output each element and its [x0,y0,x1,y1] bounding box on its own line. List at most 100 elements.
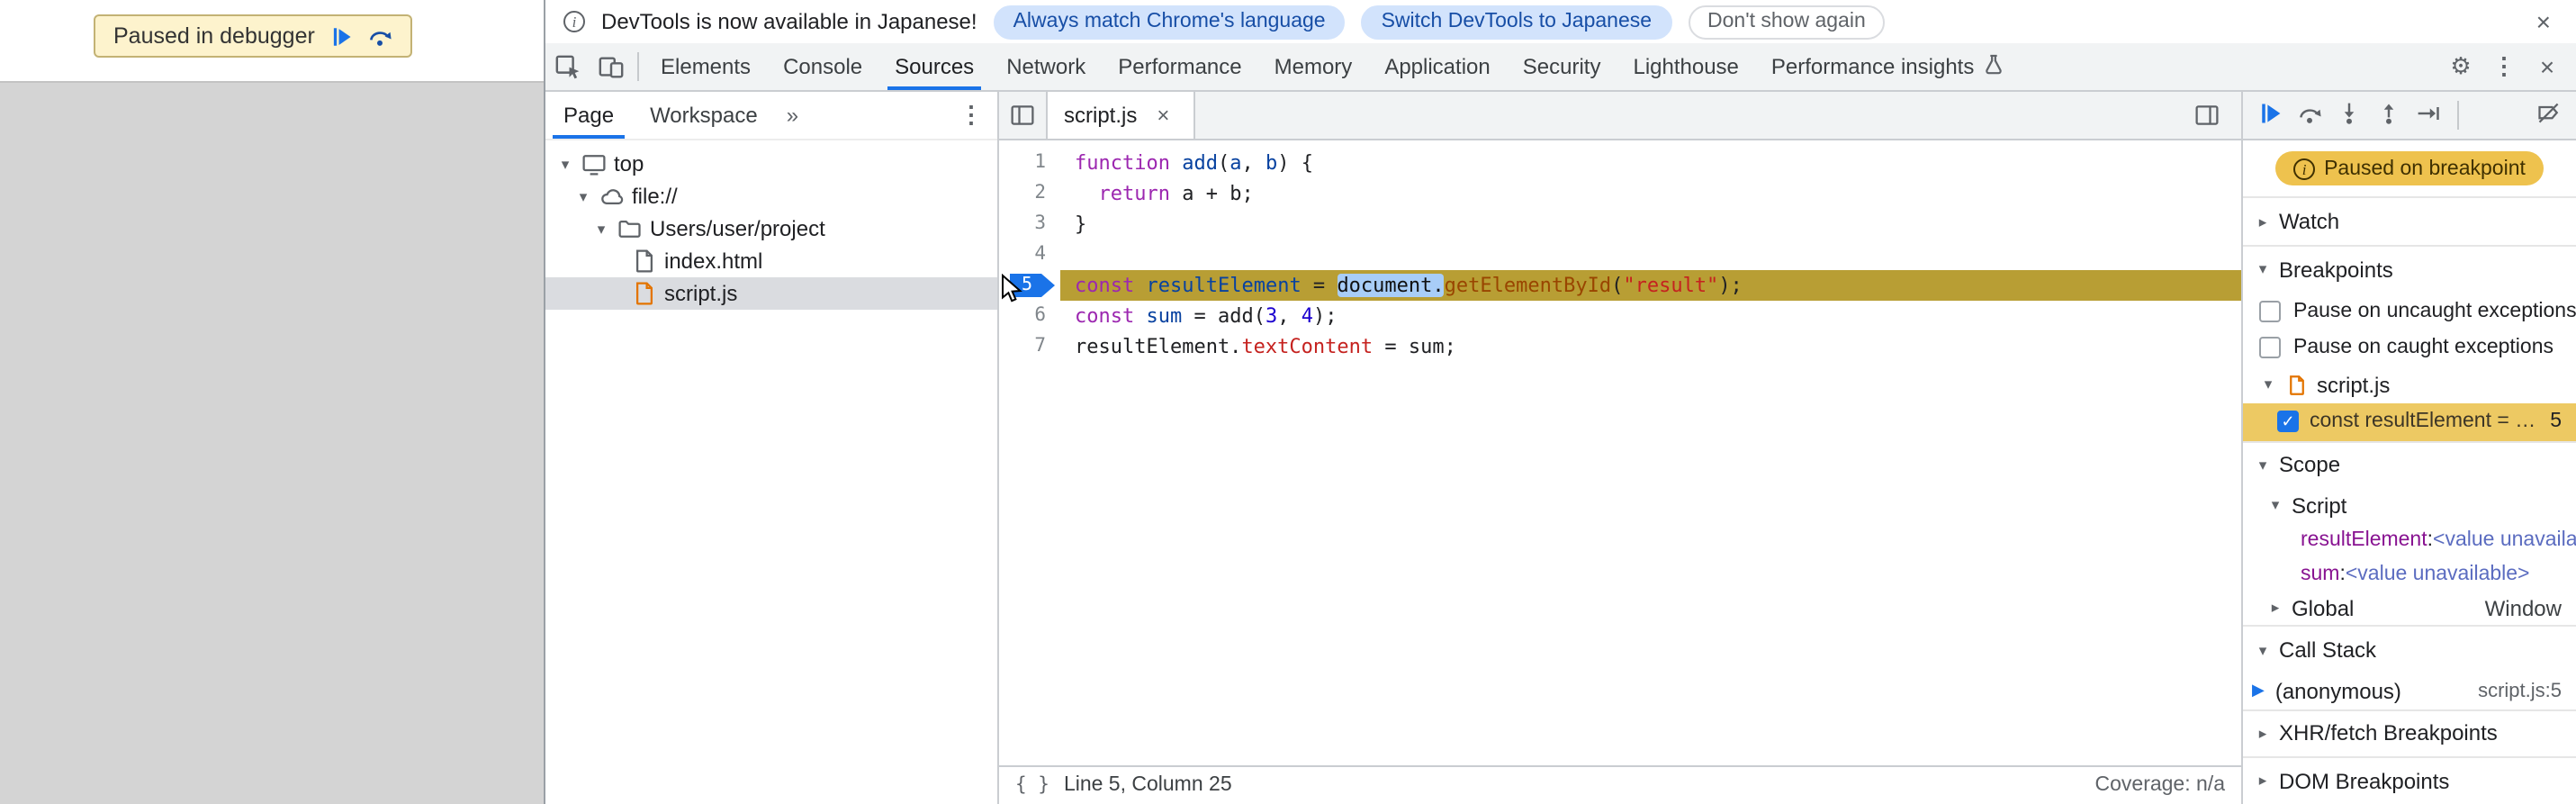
code-text[interactable]: } [1060,209,2241,239]
pause-caught-checkbox[interactable] [2259,337,2281,359]
line-number[interactable]: 1 [999,148,1060,178]
tree-item-index-html[interactable]: index.html [545,245,997,277]
line-number[interactable]: 4 [999,239,1060,270]
tab-lighthouse[interactable]: Lighthouse [1617,43,1754,90]
variable-value: <value unavailable> [2345,563,2530,585]
toggle-navigator-icon[interactable] [999,92,1046,139]
code-text[interactable]: function add(a, b) { [1060,148,2241,178]
resume-script-icon[interactable] [329,24,353,48]
file-icon [632,248,657,274]
coverage-label: Coverage: n/a [2094,774,2226,796]
step-over-icon[interactable] [367,23,392,49]
tab-security[interactable]: Security [1507,43,1617,90]
section-watch[interactable]: Watch [2243,196,2576,245]
folder-icon [617,216,643,241]
expand-arrow-icon[interactable] [556,154,574,174]
inspect-element-icon[interactable] [545,43,589,90]
web-page-area: Paused in debugger [0,0,544,804]
tab-console[interactable]: Console [767,43,878,90]
scope-global-group[interactable]: Global Window [2243,591,2576,626]
navigator-menu-kebab-icon[interactable] [945,92,997,139]
collapse-arrow-icon[interactable] [2254,212,2272,231]
sources-panel: Page Workspace top [545,92,2576,804]
resume-script-icon[interactable] [2257,100,2283,131]
code-text[interactable]: return a + b; [1060,178,2241,209]
infobar-close-icon[interactable] [2529,9,2558,34]
line-number[interactable]: 3 [999,209,1060,239]
toggle-debugger-sidebar-icon[interactable] [2184,103,2230,128]
editor-pane: script.js 1function add(a, b) {2 return … [999,92,2241,804]
tree-item-file-protocol[interactable]: file:// [545,180,997,212]
line-number[interactable]: 7 [999,331,1060,362]
breakpoint-entry[interactable]: const resultElement = doc… 5 [2243,403,2576,441]
step-into-icon[interactable] [2337,100,2362,131]
pause-uncaught-checkbox[interactable] [2259,300,2281,322]
section-scope[interactable]: Scope [2243,440,2576,488]
tab-sources[interactable]: Sources [878,43,990,90]
section-call-stack[interactable]: Call Stack [2243,625,2576,673]
code-line: 2 return a + b; [999,178,2241,209]
tab-network[interactable]: Network [990,43,1102,90]
editor-status-bar: Line 5, Column 25 Coverage: n/a [999,764,2241,804]
code-text[interactable]: const sum = add(3, 4); [1060,301,2241,331]
info-icon [563,11,585,32]
tree-item-top[interactable]: top [545,148,997,180]
pretty-print-icon[interactable] [1015,774,1049,796]
collapse-arrow-icon[interactable] [2259,375,2277,394]
debugger-toolbar [2243,92,2576,140]
scope-script-group[interactable]: Script [2243,488,2576,523]
code-editor[interactable]: 1 function add(a, b) {2 return a + b; 3} 4 5… [999,140,2241,764]
tab-memory[interactable]: Memory [1258,43,1369,90]
cloud-icon [599,184,625,209]
editor-tab-script-js[interactable]: script.js [1046,92,1195,139]
close-tab-icon[interactable] [1149,104,1176,126]
dont-show-again-button[interactable]: Don't show again [1688,5,1886,39]
always-match-language-button[interactable]: Always match Chrome's language [993,5,1346,39]
expand-arrow-icon[interactable] [592,219,610,239]
tree-item-project-folder[interactable]: Users/user/project [545,212,997,245]
collapse-arrow-icon[interactable] [2254,259,2272,279]
tab-application[interactable]: Application [1368,43,1506,90]
collapse-arrow-icon[interactable] [2254,771,2272,790]
scope-variable-row: resultElement <value unavailable> [2243,523,2576,556]
code-text[interactable]: const resultElement = document.getElemen… [1060,270,2241,301]
navigator-tab-page[interactable]: Page [545,92,632,139]
toolbar-right-icons [2443,43,2576,90]
breakpoint-snippet-label: const resultElement = doc… [2310,411,2539,433]
section-dom-breakpoints[interactable]: DOM Breakpoints [2243,756,2576,804]
step-out-icon[interactable] [2376,100,2401,131]
collapse-arrow-icon[interactable] [2254,724,2272,744]
tab-elements[interactable]: Elements [644,43,767,90]
frame-icon [581,151,607,176]
collapse-arrow-icon[interactable] [2254,456,2272,475]
code-line: 3} [999,209,2241,239]
switch-to-japanese-button[interactable]: Switch DevTools to Japanese [1361,5,1672,39]
tree-item-script-js[interactable]: script.js [545,277,997,310]
expand-arrow-icon[interactable] [574,186,592,206]
collapse-arrow-icon[interactable] [2266,598,2284,618]
info-icon [2293,158,2316,180]
line-number[interactable]: 2 [999,178,1060,209]
call-stack-frame[interactable]: (anonymous) script.js:5 [2243,673,2576,709]
step-icon[interactable] [2416,100,2441,131]
section-xhr-breakpoints[interactable]: XHR/fetch Breakpoints [2243,709,2576,756]
collapse-arrow-icon[interactable] [2254,640,2272,660]
cursor-position-label: Line 5, Column 25 [1063,774,1232,796]
more-tabs-icon[interactable] [776,92,809,139]
collapse-arrow-icon[interactable] [2266,496,2284,516]
devtools-menu-kebab-icon[interactable] [2486,52,2522,81]
tab-performance-insights[interactable]: Performance insights [1755,43,2019,90]
section-breakpoints[interactable]: Breakpoints [2243,244,2576,293]
deactivate-breakpoints-icon[interactable] [2536,100,2562,131]
breakpoint-enabled-checkbox[interactable] [2277,411,2299,433]
breakpoint-file-group[interactable]: script.js [2243,366,2576,403]
settings-gear-icon[interactable] [2443,52,2479,81]
devtools-close-icon[interactable] [2529,52,2565,81]
code-text[interactable]: resultElement.textContent = sum; [1060,331,2241,362]
navigator-tab-workspace[interactable]: Workspace [632,92,776,139]
paused-in-debugger-banner: Paused in debugger [94,14,412,58]
step-over-icon[interactable] [2297,100,2322,131]
tab-performance[interactable]: Performance [1102,43,1257,90]
device-toolbar-icon[interactable] [589,43,632,90]
code-text[interactable] [1060,239,2241,270]
